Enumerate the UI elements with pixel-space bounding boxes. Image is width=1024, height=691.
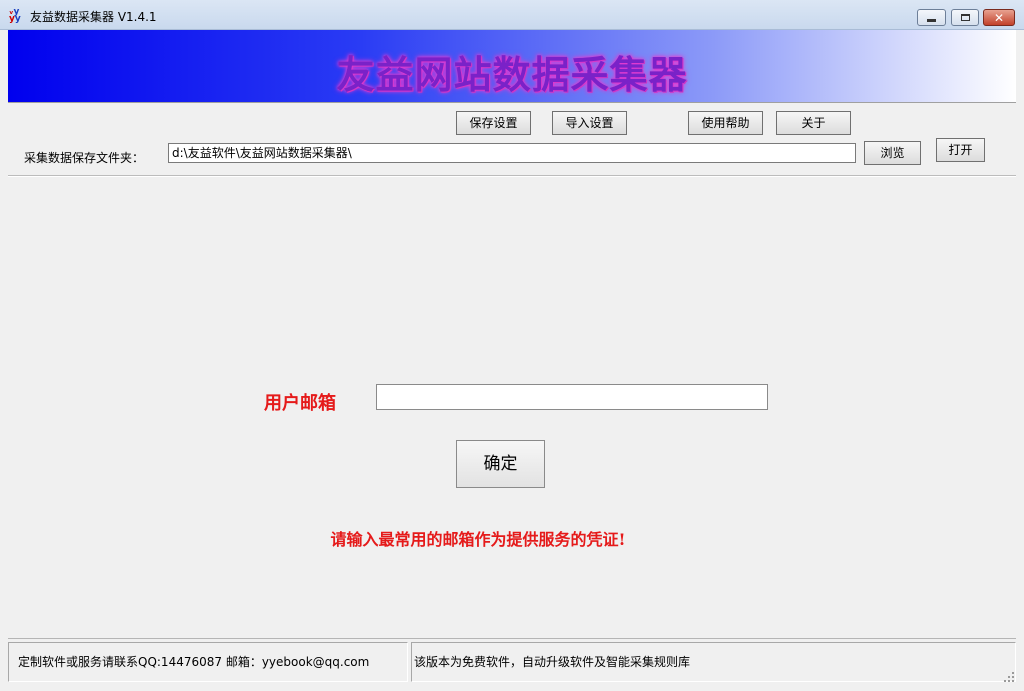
help-button[interactable]: 使用帮助: [688, 111, 763, 135]
window-title: 友益数据采集器 V1.4.1: [30, 10, 157, 24]
about-button[interactable]: 关于: [776, 111, 851, 135]
status-contact: 定制软件或服务请联系QQ:14476087 邮箱：yyebook@qq.com: [8, 642, 408, 682]
browse-button[interactable]: 浏览: [864, 141, 921, 165]
close-button[interactable]: ✕: [983, 9, 1015, 26]
import-settings-button[interactable]: 导入设置: [552, 111, 627, 135]
banner-title: 友益网站数据采集器: [336, 52, 688, 97]
confirm-button[interactable]: 确定: [456, 440, 545, 488]
email-notice: 请输入最常用的邮箱作为提供服务的凭证!: [330, 530, 626, 549]
email-input[interactable]: [376, 384, 768, 410]
email-label: 用户邮箱: [264, 393, 336, 414]
minimize-icon: [927, 18, 936, 22]
maximize-icon: [960, 14, 970, 21]
title-bar: ᵥy yy 友益数据采集器 V1.4.1 ✕: [0, 0, 1024, 30]
app-logo-icon[interactable]: ᵥy yy: [9, 8, 25, 24]
section-divider-highlight: [8, 176, 1016, 177]
close-icon: ✕: [993, 10, 1005, 25]
save-settings-button[interactable]: 保存设置: [456, 111, 531, 135]
status-version-info: 该版本为免费软件，自动升级软件及智能采集规则库: [411, 642, 1016, 682]
banner: 友益网站数据采集器: [8, 30, 1016, 102]
main-window: 友益网站数据采集器 保存设置 导入设置 使用帮助 关于 采集数据保存文件夹： d…: [8, 30, 1016, 686]
maximize-button[interactable]: [951, 9, 979, 26]
folder-path-input[interactable]: d:\友益软件\友益网站数据采集器\: [168, 143, 856, 163]
open-folder-button[interactable]: 打开: [936, 138, 985, 162]
resize-grip-icon[interactable]: [1004, 672, 1014, 682]
settings-toolbar: 保存设置 导入设置 使用帮助 关于 采集数据保存文件夹： d:\友益软件\友益网…: [8, 103, 1016, 175]
status-bar: 定制软件或服务请联系QQ:14476087 邮箱：yyebook@qq.com …: [8, 638, 1016, 686]
minimize-button[interactable]: [917, 9, 946, 26]
folder-label: 采集数据保存文件夹：: [24, 151, 145, 165]
